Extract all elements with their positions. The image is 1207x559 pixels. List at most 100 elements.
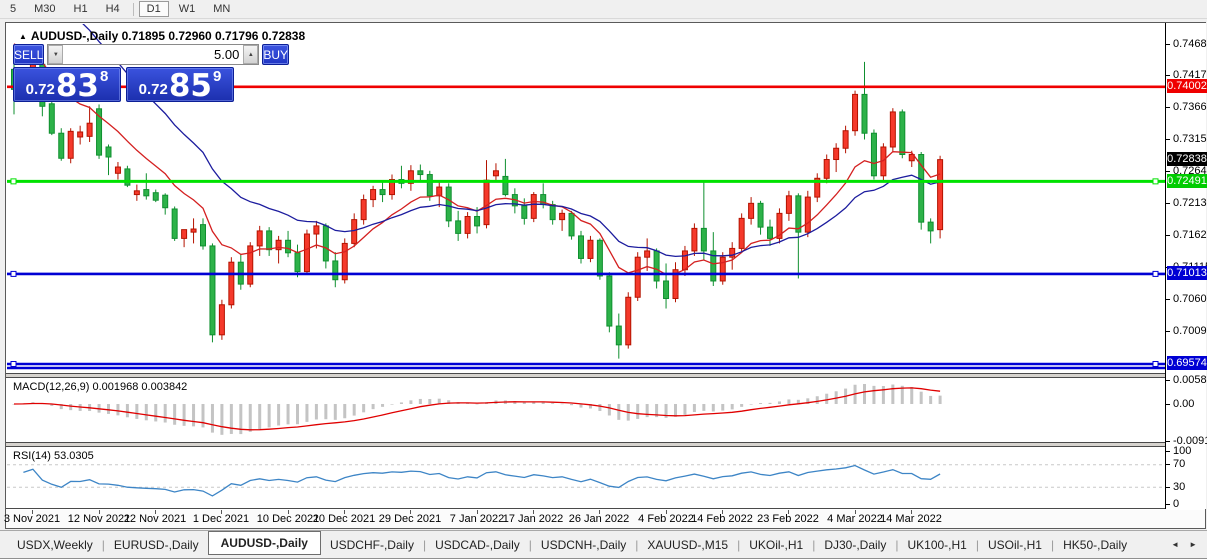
tab-ukoil-h1[interactable]: UKOil-,H1 xyxy=(740,534,812,556)
axis-tick-mark xyxy=(1166,464,1170,465)
timeframe-button-5[interactable]: 5 xyxy=(2,1,24,17)
axis-tick-mark xyxy=(1166,380,1170,381)
rsi-tick-label: 70 xyxy=(1173,458,1185,470)
axis-tick-mark xyxy=(1166,139,1170,140)
panel-splitter[interactable] xyxy=(6,373,1205,378)
date-label: 14 Mar 2022 xyxy=(880,513,942,525)
axis-tick-mark xyxy=(1166,107,1170,108)
tab-eurusd-daily[interactable]: EURUSD-,Daily xyxy=(105,534,208,556)
ask-price-pip: 9 xyxy=(213,69,221,84)
volume-increase-button[interactable]: ▲ xyxy=(243,45,258,64)
price-tick-label: 0.71625 xyxy=(1173,229,1207,241)
tab-usdx-weekly[interactable]: USDX,Weekly xyxy=(8,534,102,556)
macd-tick-label: 0.00 xyxy=(1173,398,1194,410)
date-label: 1 Dec 2021 xyxy=(193,513,249,525)
chart-tab-bar: USDX,Weekly|EURUSD-,DailyAUDUSD-,DailyUS… xyxy=(0,530,1207,559)
macd-label: MACD(12,26,9) 0.001968 0.003842 xyxy=(13,381,187,393)
mt4-terminal: 5M30H1H4D1W1MN ▲AUDUSD-,Daily 0.71895 0.… xyxy=(0,0,1207,559)
sell-button[interactable]: SELL xyxy=(13,44,44,65)
tab-usoil-h1[interactable]: USOil-,H1 xyxy=(979,534,1051,556)
volume-input[interactable] xyxy=(63,45,243,64)
axis-tick-mark xyxy=(1166,487,1170,488)
axis-tick-mark xyxy=(1166,203,1170,204)
current-price-badge: 0.72838 xyxy=(1167,152,1207,166)
date-label: 4 Mar 2022 xyxy=(827,513,883,525)
axis-tick-mark xyxy=(1166,235,1170,236)
axis-tick-mark xyxy=(1166,44,1170,45)
rsi-panel[interactable] xyxy=(7,448,1165,508)
price-tick-label: 0.70605 xyxy=(1173,293,1207,305)
macd-values: 0.001968 0.003842 xyxy=(92,381,187,393)
price-tick-label: 0.70095 xyxy=(1173,325,1207,337)
price-tick-label: 0.73665 xyxy=(1173,101,1207,113)
rsi-name: RSI(14) xyxy=(13,450,51,462)
price-tick-label: 0.74685 xyxy=(1173,38,1207,50)
axis-tick-mark xyxy=(1166,75,1170,76)
axis-tick-mark xyxy=(1166,404,1170,405)
date-label: 4 Feb 2022 xyxy=(638,513,694,525)
tab-scroll-left-icon[interactable]: ◄ xyxy=(1171,540,1179,549)
date-label: 3 Nov 2021 xyxy=(4,513,60,525)
tab-usdchf-daily[interactable]: USDCHF-,Daily xyxy=(321,534,423,556)
date-label: 26 Jan 2022 xyxy=(569,513,630,525)
tab-dj30-daily[interactable]: DJ30-,Daily xyxy=(815,534,895,556)
macd-name: MACD(12,26,9) xyxy=(13,381,89,393)
ask-price-prefix: 0.72 xyxy=(139,82,168,97)
tab-uk100-h1[interactable]: UK100-,H1 xyxy=(898,534,975,556)
timeframe-button-mn[interactable]: MN xyxy=(205,1,238,17)
date-label: 23 Feb 2022 xyxy=(757,513,819,525)
tab-hk50-daily[interactable]: HK50-,Daily xyxy=(1054,534,1136,556)
rsi-tick-label: 0 xyxy=(1173,498,1179,510)
buy-button[interactable]: BUY xyxy=(262,44,289,65)
date-label: 12 Nov 2021 xyxy=(68,513,130,525)
axis-tick-mark xyxy=(1166,299,1170,300)
hline-price-badge: 0.69574 xyxy=(1167,356,1207,370)
panel-splitter[interactable] xyxy=(6,508,1205,509)
timeframe-button-d1[interactable]: D1 xyxy=(139,1,169,17)
tab-scroll-nav: ◄► xyxy=(1171,540,1207,549)
date-axis[interactable]: 3 Nov 2021 12 Nov 202122 Nov 2021 1 Dec 20… xyxy=(6,510,1205,528)
rsi-tick-label: 30 xyxy=(1173,481,1185,493)
rsi-value: 53.0305 xyxy=(54,450,94,462)
axis-tick-mark xyxy=(1166,171,1170,172)
buy-price-tile[interactable]: 0.72 85 9 xyxy=(126,67,234,102)
tab-audusd-daily[interactable]: AUDUSD-,Daily xyxy=(208,531,321,555)
tab-usdcad-daily[interactable]: USDCAD-,Daily xyxy=(426,534,529,556)
symbol-arrow-icon: ▲ xyxy=(19,32,27,41)
price-axis[interactable]: 0.746850.741750.736650.731550.726450.721… xyxy=(1165,23,1206,509)
hline-price-badge: 0.74002 xyxy=(1167,79,1207,93)
date-label: 14 Feb 2022 xyxy=(691,513,753,525)
chart-title: ▲AUDUSD-,Daily 0.71895 0.72960 0.71796 0… xyxy=(19,29,305,43)
sell-price-tile[interactable]: 0.72 83 8 xyxy=(13,67,121,102)
ask-price-big: 85 xyxy=(169,74,212,99)
date-label: 22 Nov 2021 xyxy=(124,513,186,525)
macd-tick-label: 0.00585 xyxy=(1173,374,1207,386)
chart-ohlc-values: 0.71895 0.72960 0.71796 0.72838 xyxy=(122,29,306,43)
axis-tick-mark xyxy=(1166,441,1170,442)
tab-xauusd-m15[interactable]: XAUUSD-,M15 xyxy=(638,534,737,556)
axis-tick-mark xyxy=(1166,331,1170,332)
panel-splitter[interactable] xyxy=(6,442,1205,447)
bid-price-pip: 8 xyxy=(100,69,108,84)
date-label: 7 Jan 2022 xyxy=(450,513,504,525)
rsi-tick-label: 100 xyxy=(1173,445,1191,457)
volume-decrease-button[interactable]: ▼ xyxy=(48,45,63,64)
tab-scroll-right-icon[interactable]: ► xyxy=(1189,540,1197,549)
chevron-up-icon: ▲ xyxy=(248,52,254,58)
date-label: 17 Jan 2022 xyxy=(503,513,564,525)
tab-usdcnh-daily[interactable]: USDCNH-,Daily xyxy=(532,534,635,556)
chart-window: ▲AUDUSD-,Daily 0.71895 0.72960 0.71796 0… xyxy=(5,22,1206,529)
timeframe-button-h4[interactable]: H4 xyxy=(98,1,128,17)
date-label: 10 Dec 2021 xyxy=(257,513,319,525)
bid-price-big: 83 xyxy=(56,74,99,99)
date-label: 29 Dec 2021 xyxy=(379,513,441,525)
timeframe-button-h1[interactable]: H1 xyxy=(66,1,96,17)
chevron-down-icon: ▼ xyxy=(53,52,59,58)
timeframe-button-m30[interactable]: M30 xyxy=(26,1,63,17)
axis-tick-mark xyxy=(1166,451,1170,452)
timeframe-toolbar: 5M30H1H4 D1W1MN xyxy=(0,0,1207,19)
date-label: 20 Dec 2021 xyxy=(313,513,375,525)
rsi-label: RSI(14) 53.0305 xyxy=(13,450,94,462)
axis-tick-mark xyxy=(1166,504,1170,505)
timeframe-button-w1[interactable]: W1 xyxy=(171,1,204,17)
